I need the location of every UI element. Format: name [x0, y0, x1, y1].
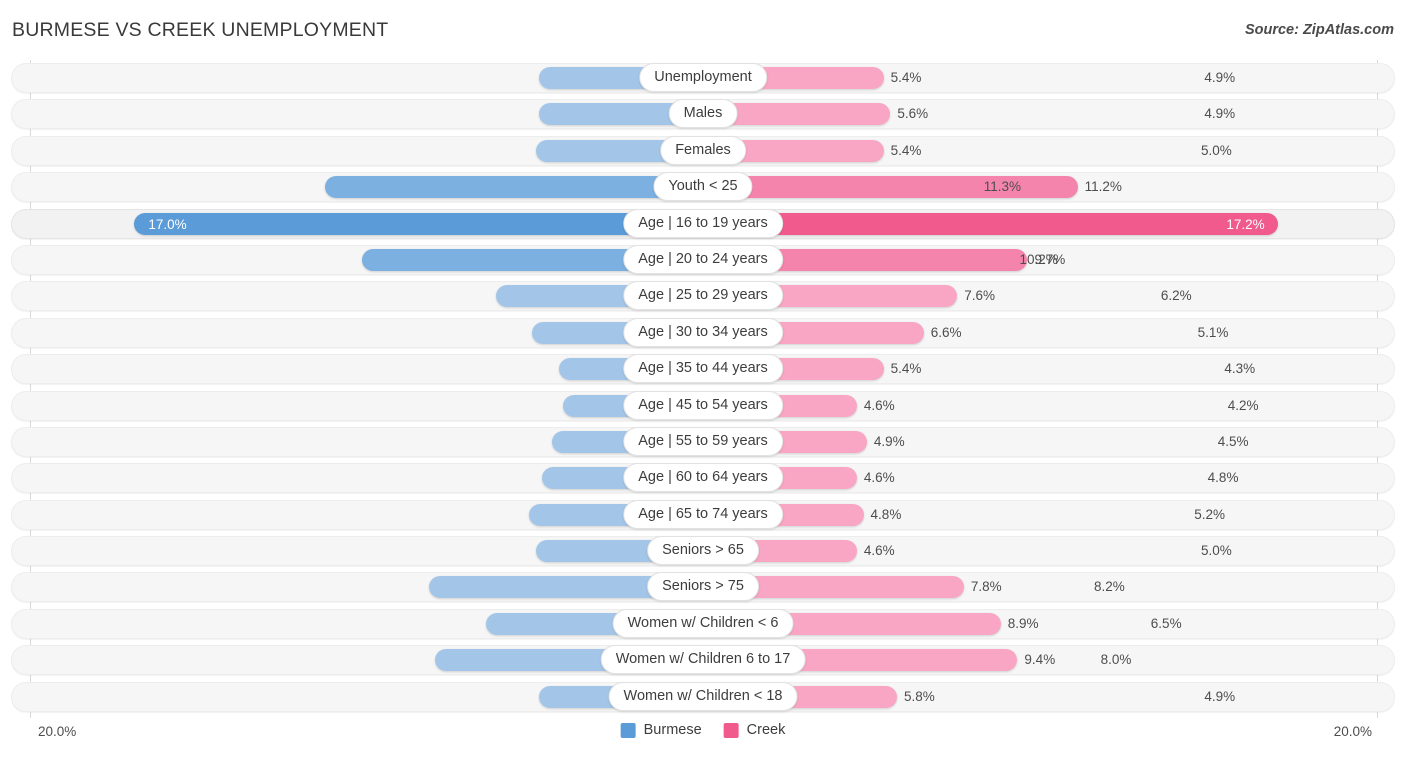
row-category-label[interactable]: Age | 20 to 24 years	[623, 244, 783, 274]
legend-item-creek[interactable]: Creek	[723, 722, 786, 738]
row-category-label[interactable]: Females	[660, 135, 746, 165]
row-category-label[interactable]: Males	[668, 99, 738, 129]
chart-row: 6.5% 8.9% Women w/ Children < 6	[0, 606, 1406, 642]
row-category-label[interactable]: Age | 45 to 54 years	[623, 390, 783, 420]
value-label-creek: 5.6%	[897, 106, 929, 122]
row-category-label[interactable]: Seniors > 75	[647, 572, 759, 602]
value-label-creek: 4.6%	[863, 470, 895, 486]
row-category-label[interactable]: Unemployment	[639, 63, 767, 92]
chart-row: 4.2% 4.6% Age | 45 to 54 years	[0, 388, 1406, 424]
value-label-creek: 7.8%	[970, 579, 1002, 595]
value-label-creek: 4.6%	[863, 543, 895, 559]
row-category-label[interactable]: Youth < 25	[653, 172, 753, 202]
row-category-label[interactable]: Women w/ Children < 18	[608, 681, 798, 711]
chart-row: 5.0% 4.6% Seniors > 65	[0, 533, 1406, 569]
chart-row: 6.2% 7.6% Age | 25 to 29 years	[0, 278, 1406, 314]
row-category-label[interactable]: Age | 16 to 19 years	[623, 208, 783, 238]
chart-row: 5.2% 4.8% Age | 65 to 74 years	[0, 497, 1406, 533]
value-label-burmese: 4.9%	[1204, 106, 1236, 122]
legend-swatch-icon	[620, 722, 636, 738]
chart-row: 17.0% 17.2% Age | 16 to 19 years	[0, 206, 1406, 242]
value-label-burmese: 5.0%	[1200, 543, 1232, 559]
chart-footer: 20.0% 20.0% Burmese Creek	[0, 718, 1406, 757]
row-category-label[interactable]: Seniors > 65	[647, 536, 759, 566]
value-label-creek: 5.4%	[890, 142, 922, 158]
row-category-label[interactable]: Age | 30 to 34 years	[623, 317, 783, 347]
page-title: BURMESE VS CREEK UNEMPLOYMENT	[12, 19, 389, 41]
value-label-creek: 6.6%	[930, 324, 962, 340]
chart-header: BURMESE VS CREEK UNEMPLOYMENT Source: Zi…	[0, 0, 1406, 58]
value-label-creek: 9.7%	[1034, 251, 1066, 267]
bar-creek	[703, 212, 1279, 235]
value-label-burmese: 6.2%	[1160, 288, 1192, 304]
value-label-creek: 7.6%	[964, 288, 995, 304]
chart-row: 10.2% 9.7% Age | 20 to 24 years	[0, 242, 1406, 278]
legend-item-burmese[interactable]: Burmese	[620, 722, 702, 738]
chart-row: 5.1% 6.6% Age | 30 to 34 years	[0, 315, 1406, 351]
chart-row: 8.0% 9.4% Women w/ Children 6 to 17	[0, 642, 1406, 678]
row-category-label[interactable]: Age | 65 to 74 years	[623, 499, 783, 529]
value-label-creek: 5.8%	[904, 688, 935, 704]
value-label-creek: 5.4%	[890, 361, 922, 377]
value-label-creek: 4.8%	[870, 506, 902, 522]
bar-burmese	[134, 212, 703, 235]
chart-row: 8.2% 7.8% Seniors > 75	[0, 569, 1406, 605]
row-category-label[interactable]: Age | 60 to 64 years	[623, 463, 783, 493]
legend-label: Creek	[746, 722, 786, 738]
value-label-creek: 4.9%	[873, 433, 905, 449]
chart-row: 4.8% 4.6% Age | 60 to 64 years	[0, 460, 1406, 496]
value-label-burmese: 10.2%	[1019, 251, 1058, 267]
value-label-creek: 11.2%	[1084, 179, 1122, 195]
value-label-creek: 4.6%	[863, 397, 895, 413]
row-category-label[interactable]: Age | 35 to 44 years	[623, 354, 783, 384]
chart-row: 5.0% 5.4% Females	[0, 133, 1406, 169]
row-category-label[interactable]: Women w/ Children 6 to 17	[600, 645, 806, 675]
axis-max-label-right: 20.0%	[1333, 724, 1372, 739]
value-label-burmese: 17.0%	[148, 216, 187, 232]
chart-row: 4.9% 5.4% Unemployment	[0, 60, 1406, 96]
row-category-label[interactable]: Age | 25 to 29 years	[623, 281, 783, 311]
value-label-creek: 9.4%	[1024, 652, 1056, 668]
chart-row: 4.9% 5.6% Males	[0, 96, 1406, 132]
value-label-creek: 17.2%	[1226, 216, 1265, 232]
legend-swatch-icon	[723, 722, 739, 738]
chart-page: BURMESE VS CREEK UNEMPLOYMENT Source: Zi…	[0, 0, 1406, 757]
chart-rows: 4.9% 5.4% Unemployment 4.9% 5.6% Males 5.0% 5.4…	[0, 60, 1406, 715]
value-label-burmese: 8.0%	[1100, 652, 1132, 668]
value-label-burmese: 5.0%	[1200, 142, 1232, 158]
chart-row: 11.3% 11.2% Youth < 25	[0, 169, 1406, 205]
value-label-burmese: 4.9%	[1204, 70, 1236, 85]
chart-row: 4.5% 4.9% Age | 55 to 59 years	[0, 424, 1406, 460]
value-label-creek: 5.4%	[890, 70, 922, 85]
chart-row: 4.9% 5.8% Women w/ Children < 18	[0, 679, 1406, 715]
value-label-burmese: 11.3%	[983, 179, 1022, 195]
value-label-creek: 8.9%	[1007, 615, 1039, 631]
row-category-label[interactable]: Women w/ Children < 6	[612, 608, 794, 638]
axis-max-label-left: 20.0%	[38, 724, 77, 739]
row-category-label[interactable]: Age | 55 to 59 years	[623, 426, 783, 456]
chart-legend: Burmese Creek	[620, 722, 786, 738]
chart-plot-area: 4.9% 5.4% Unemployment 4.9% 5.6% Males 5.0% 5.4…	[0, 60, 1406, 718]
legend-label: Burmese	[643, 722, 702, 738]
value-label-burmese: 8.2%	[1093, 579, 1125, 595]
source-attribution: Source: ZipAtlas.com	[1244, 22, 1394, 38]
chart-row: 4.3% 5.4% Age | 35 to 44 years	[0, 351, 1406, 387]
